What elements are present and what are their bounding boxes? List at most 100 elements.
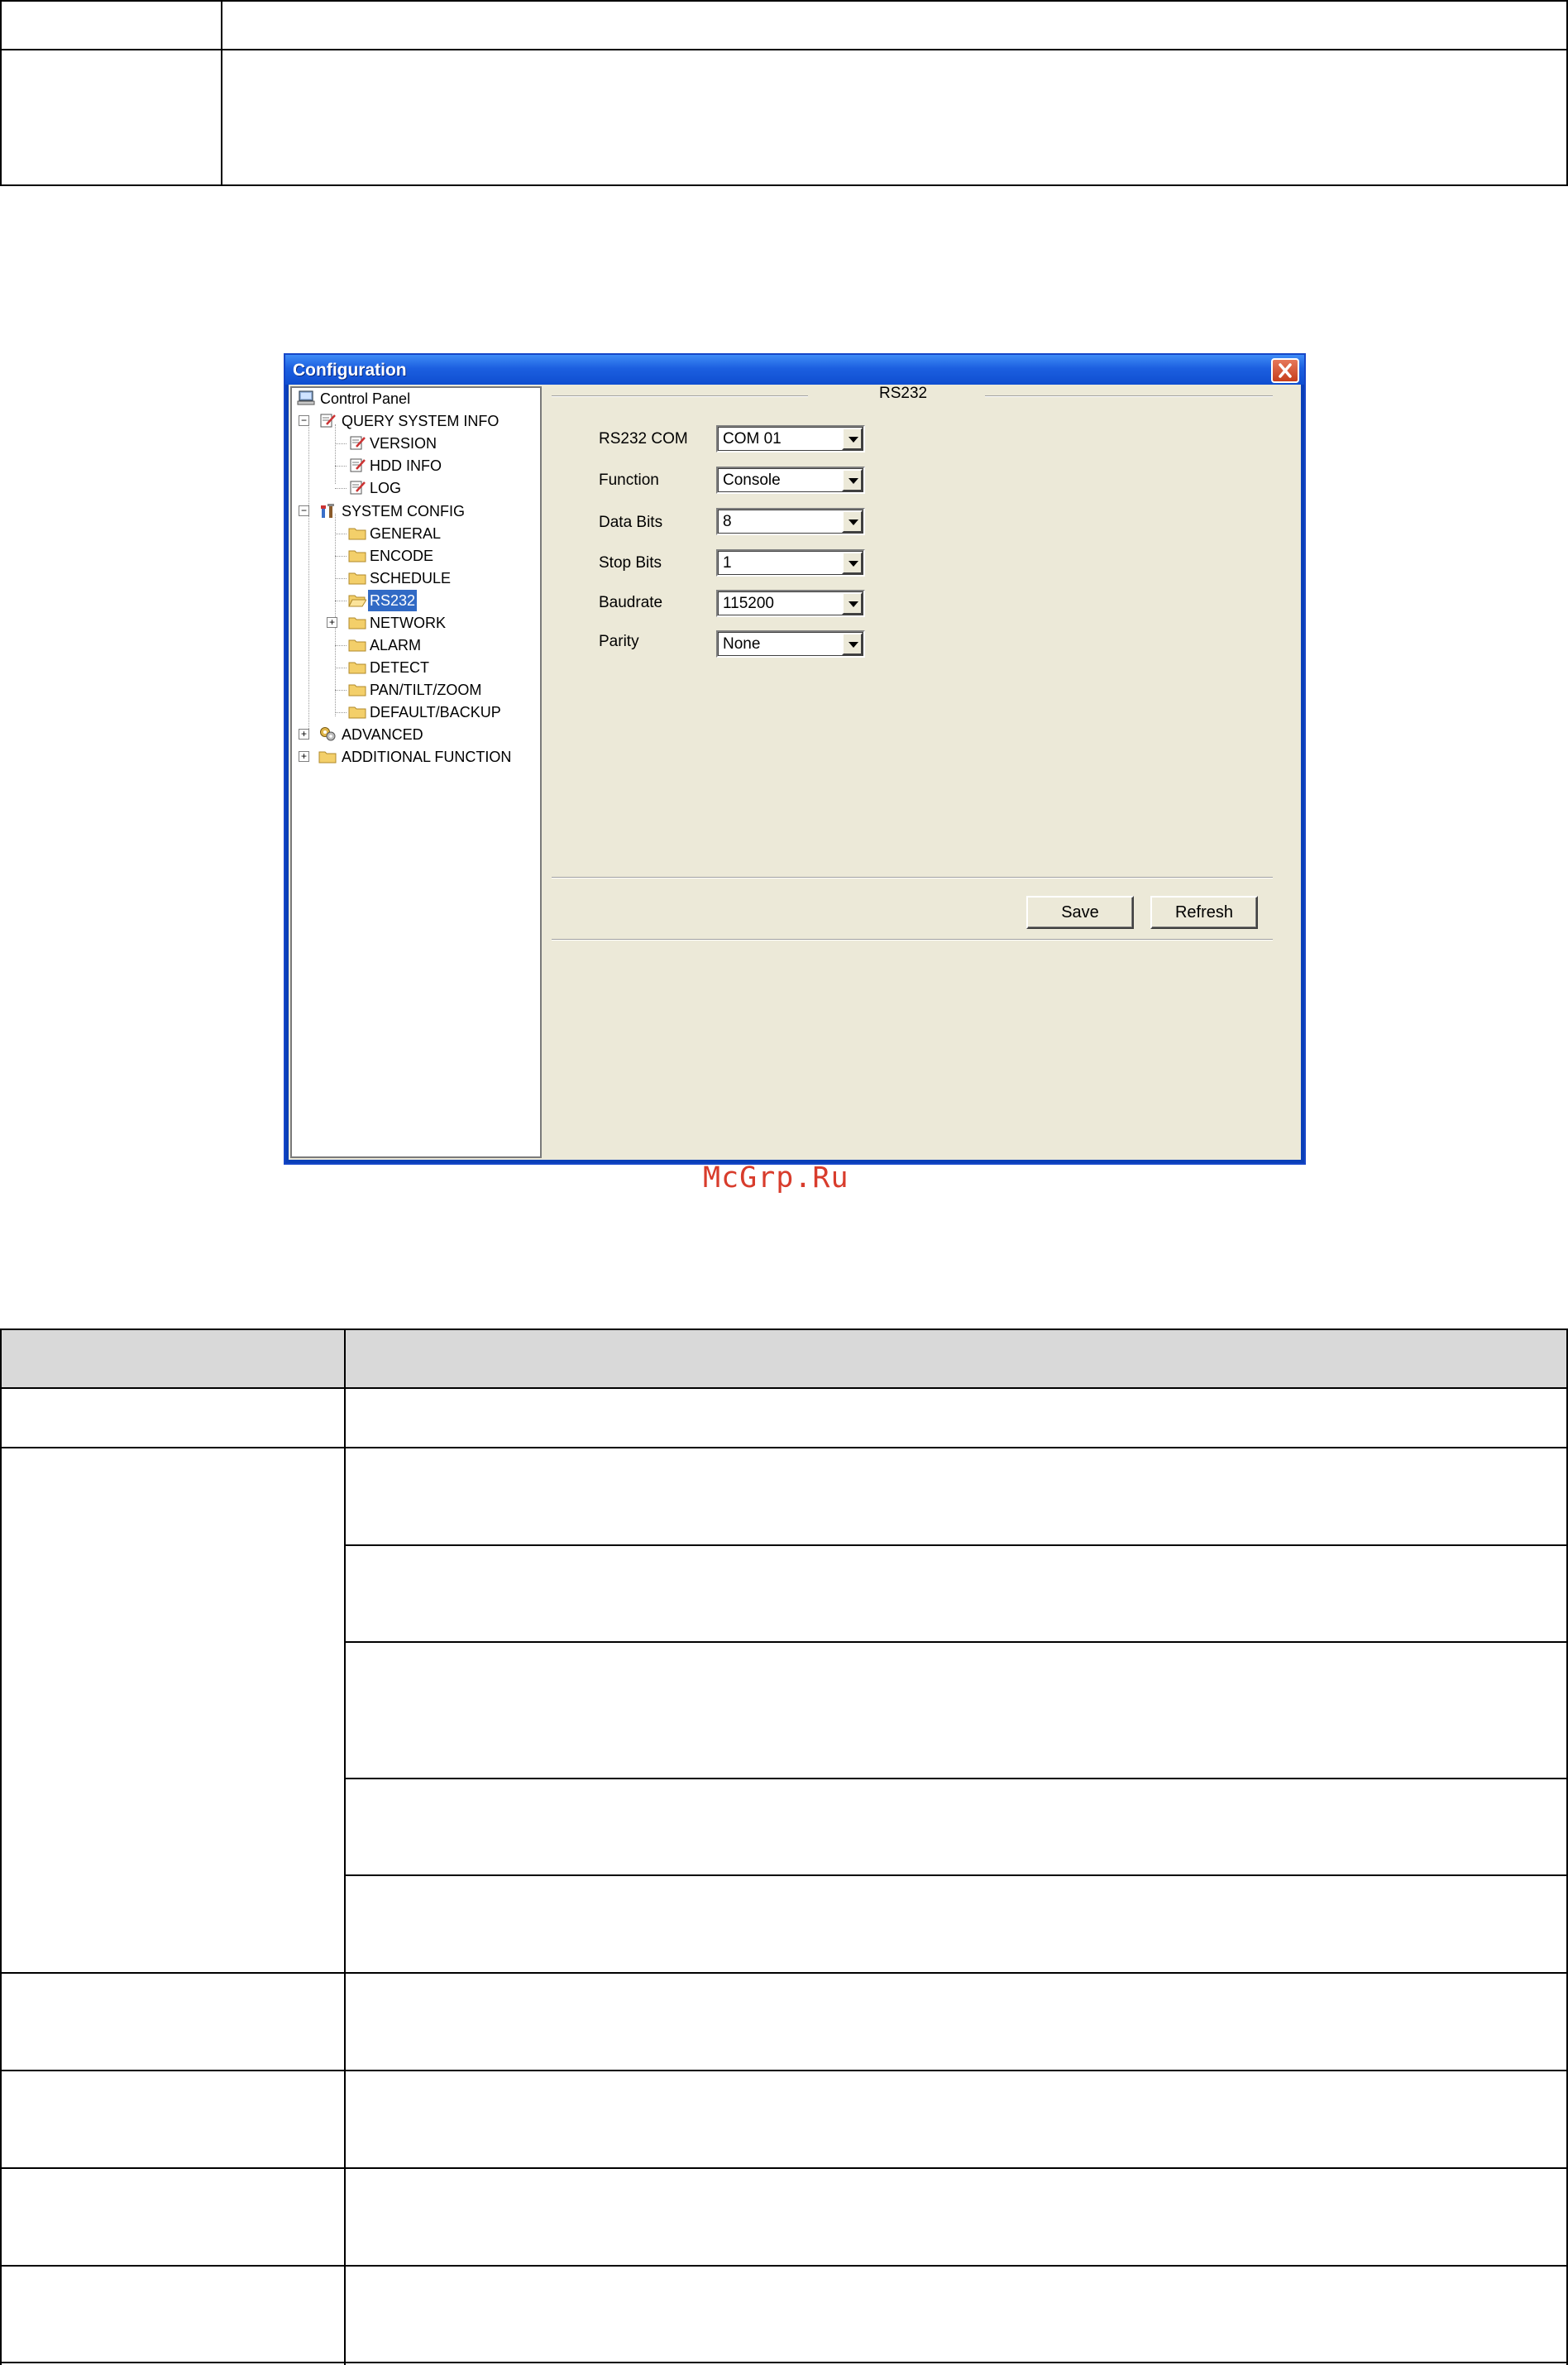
collapse-toggle[interactable]: − xyxy=(299,415,309,426)
data-bits-label: Data Bits xyxy=(599,514,663,531)
window-client: Control Panel − QUERY SYSTEM INFO VERSIO… xyxy=(289,385,1301,1160)
tree-item-label: DEFAULT/BACKUP xyxy=(370,704,501,721)
data-bits-select[interactable]: 8 xyxy=(716,508,865,535)
configuration-window: Configuration Control Panel − QUERY SYST… xyxy=(284,353,1306,1165)
table-border xyxy=(0,1972,1568,1974)
tree-line xyxy=(335,466,347,467)
folder-icon xyxy=(348,639,366,652)
select-value: 8 xyxy=(723,513,732,530)
rs232-com-select[interactable]: COM 01 xyxy=(716,425,865,452)
chevron-down-icon xyxy=(849,519,858,525)
expand-toggle[interactable]: + xyxy=(299,729,309,740)
collapse-toggle[interactable]: − xyxy=(299,505,309,516)
config-tree[interactable]: Control Panel − QUERY SYSTEM INFO VERSIO… xyxy=(290,386,542,1158)
button-area-divider xyxy=(552,877,1273,878)
chevron-down-icon xyxy=(849,601,858,607)
folder-open-icon xyxy=(348,595,366,607)
tree-item-label: ALARM xyxy=(370,637,422,653)
tree-item-label: ENCODE xyxy=(370,548,434,564)
rs232-com-label: RS232 COM xyxy=(599,430,688,448)
tools-icon xyxy=(321,504,334,518)
tree-item-label: HDD INFO xyxy=(370,457,442,474)
refresh-button[interactable]: Refresh xyxy=(1150,896,1258,929)
dropdown-button[interactable] xyxy=(842,592,863,615)
table-border xyxy=(0,1447,1568,1448)
chevron-down-icon xyxy=(849,642,858,648)
tree-line xyxy=(335,514,336,716)
table-border xyxy=(0,2070,1568,2071)
parity-select[interactable]: None xyxy=(716,630,865,658)
dropdown-button[interactable] xyxy=(842,552,863,574)
function-label: Function xyxy=(599,472,659,489)
expand-toggle[interactable]: + xyxy=(327,617,337,628)
tree-item-label: ADVANCED xyxy=(342,726,423,743)
dropdown-button[interactable] xyxy=(842,633,863,655)
title-bar[interactable]: Configuration xyxy=(285,355,1304,385)
computer-icon xyxy=(297,390,315,405)
tree-line xyxy=(335,712,347,713)
chevron-down-icon xyxy=(849,437,858,443)
table-border xyxy=(0,0,2,186)
tree-item-label: DETECT xyxy=(370,659,429,676)
table-border xyxy=(0,2167,1568,2169)
dropdown-button[interactable] xyxy=(842,428,863,450)
section-title: RS232 xyxy=(879,385,928,402)
expand-toggle[interactable]: + xyxy=(299,751,309,762)
function-select[interactable]: Console xyxy=(716,467,865,494)
folder-icon xyxy=(348,572,366,585)
table-border xyxy=(0,1387,1568,1389)
tree-line xyxy=(335,645,347,646)
stop-bits-select[interactable]: 1 xyxy=(716,549,865,577)
notepad-icon xyxy=(350,481,366,495)
tree-item-label: QUERY SYSTEM INFO xyxy=(342,413,500,429)
table-border xyxy=(346,1641,1568,1643)
bottom-divider xyxy=(552,939,1273,941)
tree-item-label: RS232 xyxy=(368,590,418,611)
table-border xyxy=(221,0,222,186)
chevron-down-icon xyxy=(849,478,858,484)
baudrate-select[interactable]: 115200 xyxy=(716,590,865,617)
baudrate-label: Baudrate xyxy=(599,594,663,611)
folder-icon xyxy=(348,617,366,630)
window-title: Configuration xyxy=(293,361,407,380)
tree-item-label: SYSTEM CONFIG xyxy=(342,503,466,519)
tree-item-label: ADDITIONAL FUNCTION xyxy=(342,749,512,765)
section-divider xyxy=(552,395,808,397)
close-button[interactable] xyxy=(1271,358,1299,383)
folder-icon xyxy=(348,662,366,674)
select-value: COM 01 xyxy=(723,430,782,448)
table-border xyxy=(0,1329,1568,1330)
dropdown-button[interactable] xyxy=(842,510,863,533)
tree-item-label: Control Panel xyxy=(320,390,411,407)
folder-icon xyxy=(318,751,337,764)
tree-line xyxy=(335,488,347,489)
tree-line xyxy=(308,416,309,730)
folder-icon xyxy=(348,706,366,719)
table-header-row xyxy=(2,1330,1566,1387)
table-border xyxy=(346,1874,1568,1876)
tree-line xyxy=(335,690,347,691)
section-divider xyxy=(985,395,1273,397)
tree-item-label: SCHEDULE xyxy=(370,570,452,586)
tree-line xyxy=(335,424,336,484)
save-button[interactable]: Save xyxy=(1026,896,1134,929)
folder-icon xyxy=(348,528,366,540)
table-border xyxy=(0,0,1568,2)
tree-line xyxy=(335,578,347,579)
table-border xyxy=(0,1329,2,2365)
watermark-text: McGrp.Ru xyxy=(703,1161,849,1194)
table-border xyxy=(346,1544,1568,1546)
tree-line xyxy=(335,443,347,444)
table-border xyxy=(344,1329,346,2365)
table-border xyxy=(0,49,1568,50)
parity-label: Parity xyxy=(599,633,639,650)
table-border xyxy=(0,2362,1568,2363)
gears-icon xyxy=(320,727,336,741)
select-value: 115200 xyxy=(723,595,774,612)
tree-item-label: GENERAL xyxy=(370,525,442,542)
chevron-down-icon xyxy=(849,561,858,567)
tree-item-label: NETWORK xyxy=(370,615,446,631)
close-icon xyxy=(1279,363,1292,378)
table-border xyxy=(0,184,1568,186)
dropdown-button[interactable] xyxy=(842,469,863,491)
